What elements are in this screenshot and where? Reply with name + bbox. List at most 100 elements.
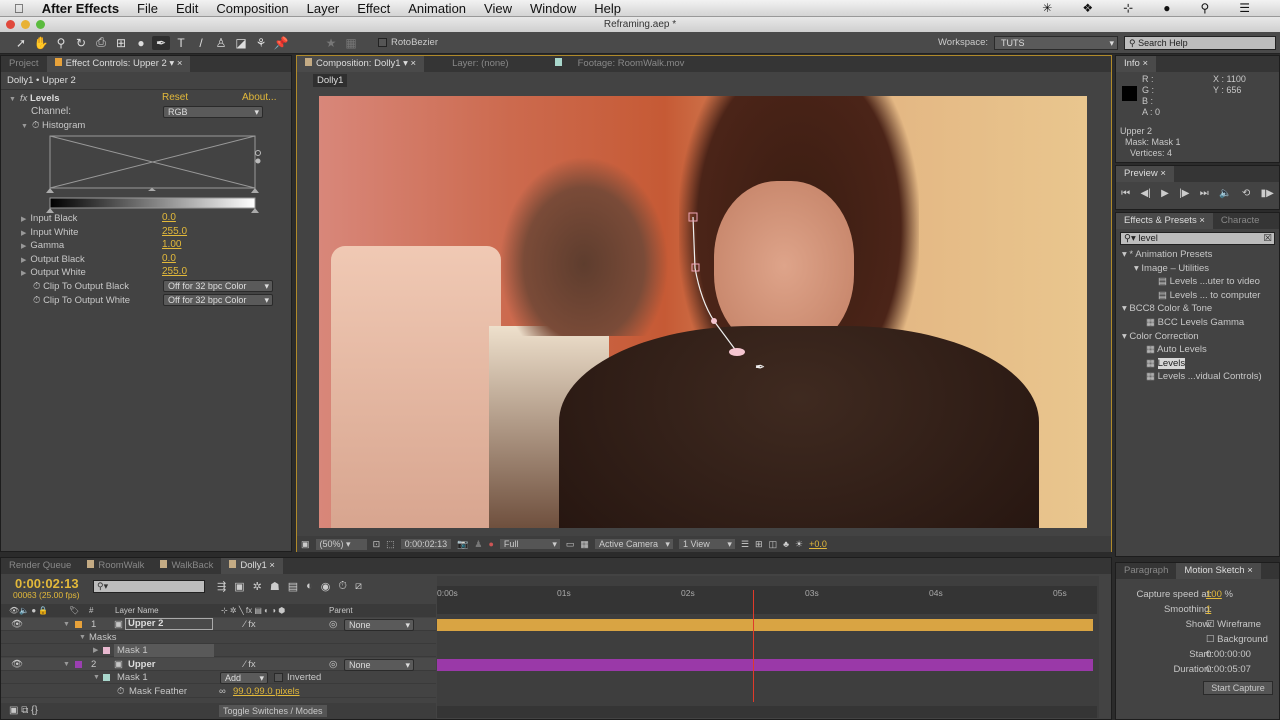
pan-behind-tool-icon[interactable]: ⊞ xyxy=(112,36,130,50)
tab-project[interactable]: Project xyxy=(1,56,47,72)
tab-character[interactable]: Characte xyxy=(1213,213,1268,229)
channel-icon[interactable]: ● xyxy=(488,539,493,549)
view-layout-select[interactable]: 1 View ▾ xyxy=(678,539,735,549)
star-icon[interactable]: ★ xyxy=(322,36,340,50)
camera-tool-icon[interactable]: ⎙ xyxy=(92,35,110,50)
fx-switch-icon[interactable]: ⁄ fx xyxy=(244,618,256,631)
output-black-value[interactable]: 0.0 xyxy=(162,253,176,264)
exposure-value[interactable]: +0.0 xyxy=(809,539,827,549)
stopwatch-icon[interactable]: ⏱ xyxy=(117,685,124,698)
label-color[interactable] xyxy=(75,621,82,628)
clear-search-icon[interactable]: ☒ xyxy=(1263,233,1272,244)
eraser-tool-icon[interactable]: ◪ xyxy=(232,36,250,50)
effects-tree-item[interactable]: ▤ Levels ... to computer xyxy=(1116,289,1279,303)
mask-name[interactable]: Mask 1 xyxy=(117,671,148,684)
tab-effects-presets[interactable]: Effects & Presets × xyxy=(1116,213,1213,229)
mask-name[interactable]: Mask 1 xyxy=(114,644,214,657)
rotate-tool-icon[interactable]: ↻ xyxy=(72,36,90,50)
tab-composition[interactable]: Composition: Dolly1 ▾ × xyxy=(297,56,425,72)
parent-select[interactable]: None xyxy=(344,659,414,671)
hide-shy-icon[interactable]: ☗ xyxy=(270,580,280,593)
always-preview-icon[interactable]: ▣ xyxy=(301,539,310,550)
rotobezier-checkbox[interactable] xyxy=(378,38,387,47)
frame-blending-icon[interactable]: ▤ xyxy=(288,580,298,593)
brainstorm-icon[interactable]: ◉ xyxy=(321,580,331,593)
toggle-pixel-aspect-icon[interactable]: ☰ xyxy=(741,539,749,550)
roto-brush-tool-icon[interactable]: ⚘ xyxy=(252,36,270,50)
minimize-window-button[interactable] xyxy=(21,20,30,29)
dropbox-icon[interactable]: ❖ xyxy=(1082,1,1093,15)
menu-view[interactable]: View xyxy=(484,1,512,16)
toggle-switches-modes-button[interactable]: Toggle Switches / Modes xyxy=(219,705,327,717)
layer-name[interactable]: Upper xyxy=(128,658,155,671)
menu-composition[interactable]: Composition xyxy=(216,1,288,16)
menu-file[interactable]: File xyxy=(137,1,158,16)
clone-stamp-tool-icon[interactable]: ♙ xyxy=(212,36,230,50)
spotlight-search-icon[interactable]: ⚲ xyxy=(1200,1,1209,15)
tab-render-queue[interactable]: Render Queue xyxy=(1,558,79,574)
stopwatch-icon[interactable]: ⏱ xyxy=(33,281,43,292)
hand-tool-icon[interactable]: ✋ xyxy=(32,36,50,50)
menu-window[interactable]: Window xyxy=(530,1,576,16)
effects-tree-item[interactable]: ▾ Image – Utilities xyxy=(1116,262,1279,276)
first-frame-icon[interactable]: ⏮ xyxy=(1121,188,1130,199)
audio-icon[interactable]: 🔈 xyxy=(1219,188,1231,199)
label-color[interactable] xyxy=(75,661,82,668)
input-black-value[interactable]: 0.0 xyxy=(162,212,176,223)
channel-select[interactable]: RGB xyxy=(163,106,263,118)
layer-name-header[interactable]: Layer Name xyxy=(115,604,159,617)
mask-visibility-icon[interactable]: ⬚ xyxy=(386,539,395,550)
resolution-select[interactable]: Full ▾ xyxy=(499,539,560,549)
live-update-icon[interactable]: ▣ xyxy=(234,580,244,593)
effects-tree-item[interactable]: ▾ * Animation Presets xyxy=(1116,248,1279,262)
inverted-checkbox[interactable] xyxy=(274,673,283,682)
layer-name[interactable]: Upper 2 xyxy=(125,618,213,630)
region-of-interest-icon[interactable]: ▭ xyxy=(566,539,575,550)
mask-color[interactable] xyxy=(103,674,110,681)
tab-footage[interactable]: Footage: RoomWalk.mov xyxy=(547,56,693,72)
capture-speed-value[interactable]: 100 xyxy=(1206,589,1222,600)
tab-motion-sketch[interactable]: Motion Sketch × xyxy=(1176,563,1261,579)
timeline-icon[interactable]: ◫ xyxy=(769,539,778,550)
layer-row[interactable]: 👁 ▼ 2 ▣ Upper ⁄ fx ◎ None xyxy=(1,658,436,671)
ram-preview-icon[interactable]: ▮▶ xyxy=(1261,188,1274,199)
parent-select[interactable]: None xyxy=(344,619,414,631)
last-frame-icon[interactable]: ⏭ xyxy=(1200,188,1209,199)
zoom-tool-icon[interactable]: ⚲ xyxy=(52,36,70,50)
smoothing-value[interactable]: 1 xyxy=(1206,604,1211,615)
layer-bar[interactable] xyxy=(437,659,1093,671)
auto-keyframe-icon[interactable]: ⏱ xyxy=(338,580,347,593)
app-menu[interactable]: After Effects xyxy=(42,1,119,16)
time-ruler[interactable]: 0:00s 01s 02s 03s 04s 05s xyxy=(437,586,1097,614)
layer-bar[interactable] xyxy=(437,619,1093,631)
tab-paragraph[interactable]: Paragraph xyxy=(1116,563,1176,579)
stopwatch-icon[interactable]: ⏱ xyxy=(33,295,43,306)
mask-row[interactable]: ▼ Mask 1 Add Inverted xyxy=(1,671,436,684)
user-icon[interactable]: ● xyxy=(1163,1,1170,15)
search-help-input[interactable]: ⚲ Search Help xyxy=(1124,35,1276,50)
camera-select[interactable]: Active Camera ▾ xyxy=(594,539,673,549)
effects-tree-item[interactable]: ▾ Color Correction xyxy=(1116,330,1279,344)
menu-layer[interactable]: Layer xyxy=(307,1,340,16)
apple-icon[interactable]:  xyxy=(14,1,24,16)
comp-mini-flowchart-icon[interactable]: ⇶ xyxy=(217,580,226,593)
effects-tree-item[interactable]: ▦ BCC Levels Gamma xyxy=(1116,316,1279,330)
tab-info[interactable]: Info × xyxy=(1116,56,1157,72)
clip-black-select[interactable]: Off for 32 bpc Color xyxy=(163,280,273,292)
tab-preview[interactable]: Preview × xyxy=(1116,166,1174,182)
background-checkbox[interactable]: ☐ xyxy=(1206,634,1215,645)
next-frame-icon[interactable]: |▶ xyxy=(1179,188,1189,199)
exposure-icon[interactable]: ☀ xyxy=(795,539,803,550)
wireframe-checkbox[interactable]: ☑ xyxy=(1206,619,1215,630)
menu-help[interactable]: Help xyxy=(594,1,621,16)
mask-path[interactable]: ✒ xyxy=(319,96,1087,528)
magnification-select[interactable]: (50%) ▾ xyxy=(315,538,367,550)
effects-tree-item[interactable]: ▦ Levels xyxy=(1116,357,1279,371)
effects-tree-item[interactable]: ▦ Levels ...vidual Controls) xyxy=(1116,370,1279,384)
snapshot-icon[interactable]: 📷 xyxy=(457,539,468,550)
crosshair-icon[interactable]: ⊹ xyxy=(1123,1,1133,15)
play-icon[interactable]: ▶ xyxy=(1161,188,1169,199)
current-time-field[interactable]: 0:00:02:13 xyxy=(400,539,452,549)
pen-tool-icon[interactable]: ✒ xyxy=(152,35,170,50)
ellipse-tool-icon[interactable]: ● xyxy=(132,36,150,50)
